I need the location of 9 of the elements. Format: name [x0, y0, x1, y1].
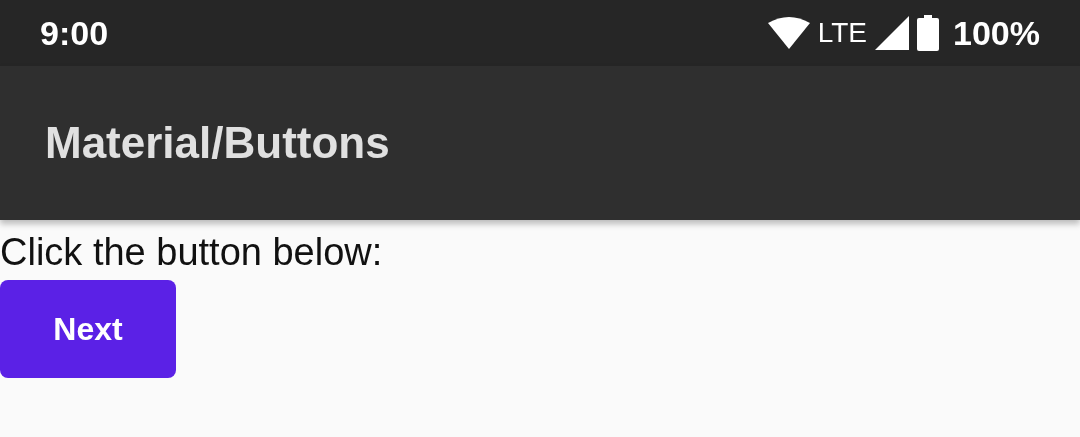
wifi-icon [767, 17, 810, 49]
status-time: 9:00 [40, 13, 110, 53]
app-bar-title: Material/Buttons [45, 118, 390, 168]
next-button[interactable]: Next [0, 280, 176, 378]
network-type: LTE [817, 17, 868, 49]
signal-icon [875, 16, 910, 50]
instruction-text: Click the button below: [0, 230, 383, 274]
battery-percent: 100% [953, 13, 1040, 53]
battery-icon [917, 15, 940, 51]
